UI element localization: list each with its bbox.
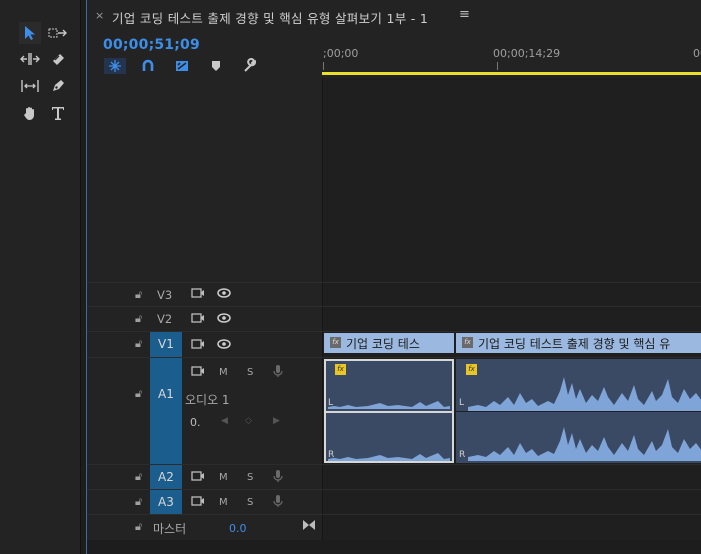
- ruler-tick: [323, 62, 324, 70]
- pen-tool-icon[interactable]: [47, 75, 69, 97]
- mute-button[interactable]: M: [219, 472, 228, 483]
- track-label: V1: [158, 337, 174, 351]
- microphone-icon[interactable]: [273, 469, 283, 486]
- timeline-panel: × 기업 코딩 테스트 출제 경향 및 핵심 유형 살펴보기 1부 - 1 ≡ …: [86, 0, 701, 554]
- sync-lock-icon[interactable]: [191, 312, 205, 327]
- next-keyframe-icon[interactable]: ▶: [273, 416, 280, 426]
- track-target-a3[interactable]: A3: [150, 490, 182, 514]
- solo-button[interactable]: S: [247, 367, 253, 378]
- eye-icon[interactable]: [217, 313, 231, 326]
- audio-track-name[interactable]: 오디오 1: [185, 391, 230, 408]
- mute-button[interactable]: M: [219, 497, 228, 508]
- track-target-a1[interactable]: A1: [150, 358, 182, 464]
- track-label: V2: [157, 312, 173, 326]
- work-area-bar[interactable]: [322, 72, 701, 75]
- sync-lock-icon[interactable]: [191, 470, 205, 485]
- track-a3[interactable]: 🔓︎ A3 M S: [87, 490, 322, 514]
- track-master[interactable]: 🔓︎ 마스터 0.0: [87, 515, 322, 541]
- track-a1[interactable]: 🔓︎ A1 M S 오디오 1 0. ◀ ◇ ▶: [87, 358, 322, 464]
- panel-menu-icon[interactable]: ≡: [459, 7, 470, 22]
- track-a2[interactable]: 🔓︎ A2 M S: [87, 465, 322, 489]
- track-label: A3: [158, 495, 174, 509]
- mute-button[interactable]: M: [219, 367, 228, 378]
- slip-tool-icon[interactable]: [19, 75, 41, 97]
- ruler-label-start: ;00;00: [323, 47, 359, 60]
- solo-button[interactable]: S: [247, 497, 253, 508]
- lock-icon[interactable]: 🔓︎: [135, 312, 142, 326]
- eye-icon[interactable]: [217, 288, 231, 301]
- sync-lock-icon[interactable]: [191, 495, 205, 510]
- channel-left-label: L: [459, 398, 465, 408]
- master-volume-value[interactable]: 0.0: [229, 522, 247, 535]
- playhead-timecode[interactable]: 00;00;51;09: [103, 37, 200, 53]
- microphone-icon[interactable]: [273, 364, 283, 381]
- linked-selection-icon[interactable]: [171, 58, 193, 74]
- microphone-icon[interactable]: [273, 494, 283, 511]
- master-label: 마스터: [153, 522, 187, 536]
- lock-icon[interactable]: 🔓︎: [135, 337, 142, 351]
- type-tool-icon[interactable]: [47, 102, 69, 124]
- fx-badge: fx: [330, 337, 341, 348]
- fx-badge: fx: [335, 364, 346, 375]
- ripple-edit-tool-icon[interactable]: [19, 48, 41, 70]
- track-area[interactable]: [323, 78, 701, 554]
- waveform-left: [328, 401, 450, 409]
- ruler-tick: [497, 62, 498, 70]
- eye-icon[interactable]: [217, 339, 231, 352]
- channel-right-label: R: [459, 450, 466, 460]
- track-target-v1[interactable]: V1: [150, 332, 182, 357]
- wrench-settings-icon[interactable]: [239, 58, 261, 74]
- track-v2[interactable]: 🔓︎ V2: [87, 307, 322, 331]
- lock-icon[interactable]: 🔓︎: [135, 470, 142, 484]
- lock-icon[interactable]: 🔓︎: [135, 495, 142, 509]
- bowtie-icon[interactable]: [302, 516, 316, 535]
- bottom-bar: [87, 540, 701, 554]
- track-target-a2[interactable]: A2: [150, 465, 182, 489]
- lock-icon[interactable]: 🔓︎: [135, 288, 142, 302]
- channel-divider: [456, 411, 701, 412]
- previous-keyframe-icon[interactable]: ◀: [221, 416, 228, 426]
- tools-panel: [0, 0, 81, 554]
- razor-tool-icon[interactable]: [47, 48, 69, 70]
- clip-name: 기업 코딩 테스트 출제 경향 및 핵심 유: [478, 337, 671, 351]
- add-marker-icon[interactable]: [205, 58, 227, 74]
- audio-clip[interactable]: fx L R: [456, 359, 701, 463]
- waveform-left: [468, 377, 701, 411]
- channel-divider: [326, 411, 452, 413]
- sequence-tab[interactable]: × 기업 코딩 테스트 출제 경향 및 핵심 유형 살펴보기 1부 - 1 ≡: [87, 0, 701, 32]
- ruler-label-mid: 00;00;14;29: [493, 47, 561, 60]
- lock-icon[interactable]: 🔓︎: [135, 387, 142, 401]
- volume-knob[interactable]: 0.: [190, 416, 201, 429]
- sync-lock-icon[interactable]: [191, 365, 205, 380]
- track-v3[interactable]: 🔓︎ V3: [87, 283, 322, 306]
- track-select-tool-icon[interactable]: [47, 22, 69, 44]
- video-clip[interactable]: fx 기업 코딩 테스트 출제 경향 및 핵심 유: [456, 333, 701, 353]
- solo-button[interactable]: S: [247, 472, 253, 483]
- sync-lock-icon[interactable]: [191, 287, 205, 302]
- clip-name: 기업 코딩 테스: [346, 337, 420, 351]
- fx-badge: fx: [462, 337, 473, 348]
- track-v1[interactable]: 🔓︎ V1: [87, 332, 322, 357]
- sync-lock-icon[interactable]: [191, 338, 205, 353]
- waveform-right: [328, 453, 450, 461]
- lock-icon[interactable]: 🔓︎: [135, 520, 142, 534]
- hand-tool-icon[interactable]: [19, 102, 41, 124]
- selection-tool-icon[interactable]: [19, 22, 41, 44]
- track-label: V3: [157, 288, 173, 302]
- keyframe-icon[interactable]: ◇: [245, 416, 252, 426]
- waveform-right: [468, 427, 701, 461]
- sequence-title: 기업 코딩 테스트 출제 경향 및 핵심 유형 살펴보기 1부 - 1: [112, 11, 429, 26]
- track-label: A2: [158, 470, 174, 484]
- ruler-label-end: 00: [693, 47, 701, 60]
- snap-magnet-icon[interactable]: [137, 58, 159, 74]
- nest-toggle-icon[interactable]: [104, 58, 126, 74]
- audio-clip-selected[interactable]: fx L R: [324, 359, 454, 463]
- close-tab-icon[interactable]: ×: [95, 9, 104, 22]
- video-clip[interactable]: fx 기업 코딩 테스: [324, 333, 454, 353]
- track-label: A1: [158, 387, 174, 401]
